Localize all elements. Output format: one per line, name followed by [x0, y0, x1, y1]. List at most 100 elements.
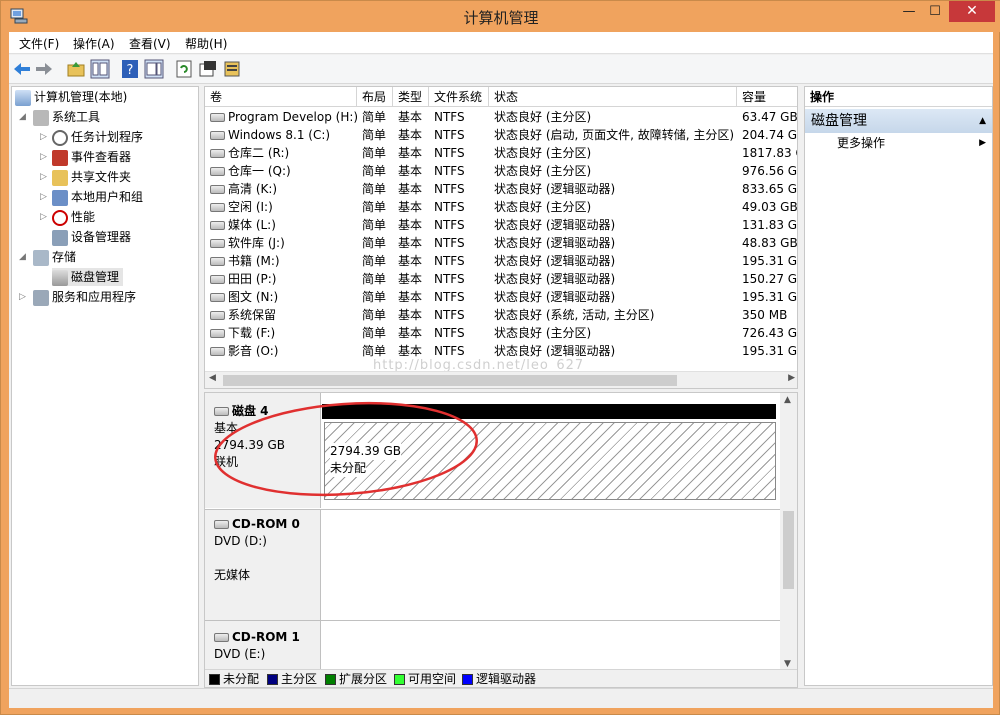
navigation-tree: 计算机管理(本地) ◢ 系统工具 ▷ 任务计划程序 ▷ 事件查看器 ▷ 共享文件… [11, 86, 199, 686]
tree-item-device-manager[interactable]: 设备管理器 [52, 228, 131, 246]
table-row[interactable]: 书籍 (M:) 简单基本 NTFS 状态良好 (逻辑驱动器) 195.31 GB [205, 252, 797, 270]
tools-icon [33, 109, 49, 126]
maximize-button[interactable]: ☐ [921, 1, 949, 23]
cell-volume: 影音 (O:) [205, 342, 357, 360]
cell-text: NTFS [434, 308, 465, 322]
table-row[interactable]: 田田 (P:) 简单基本 NTFS 状态良好 (逻辑驱动器) 150.27 GB [205, 270, 797, 288]
scroll-right-icon[interactable]: ▶ [788, 373, 795, 383]
client-area: 文件(F) 操作(A) 查看(V) 帮助(H) ? 计算机管理(本地) ◢ 系统… [9, 32, 993, 708]
more-actions[interactable]: 更多操作 ▶ [805, 133, 992, 153]
collapse-arrow-icon[interactable]: ▷ [40, 208, 47, 226]
horizontal-scroll-thumb[interactable] [223, 375, 677, 386]
cell-text: 状态良好 (启动, 页面文件, 故障转储, 主分区) [494, 128, 735, 142]
title-bar[interactable]: 计算机管理 — ☐ ✕ [1, 1, 1000, 32]
cell-capacity: 195.31 GB [737, 252, 797, 270]
cdrom-1-info[interactable]: CD-ROM 1 DVD (E:) [205, 621, 321, 671]
scroll-down-icon[interactable]: ▼ [784, 659, 791, 669]
back-arrow-icon[interactable] [12, 59, 32, 79]
table-row[interactable]: Windows 8.1 (C:) 简单 基本 NTFS 状态良好 (启动, 页面文件, … [205, 126, 797, 144]
collapse-arrow-icon[interactable]: ▷ [19, 288, 26, 306]
cell-text: NTFS [434, 326, 465, 340]
scroll-up-icon[interactable]: ▲ [784, 395, 791, 405]
volume-list-header: 卷 布局 类型 文件系统 状态 容量 [205, 87, 797, 107]
cell-text: 简单 [362, 164, 387, 178]
collapse-arrow-icon[interactable]: ▷ [40, 148, 47, 166]
tree-item-services[interactable]: 服务和应用程序 [33, 288, 136, 306]
tree-item-label: 磁盘管理 [71, 270, 120, 284]
column-header-layout[interactable]: 布局 [357, 87, 393, 107]
table-row[interactable]: 系统保留 简单 基本 NTFS 状态良好 (系统, 活动, 主分区) 350 MB [205, 306, 797, 324]
tree-item-system-tools[interactable]: 系统工具 [33, 108, 100, 126]
table-row[interactable]: 仓库二 (R:) 简单基本 NTFS 状态良好 (主分区) 1817.83 GB [205, 144, 797, 162]
cell-layout: 简单 [357, 288, 393, 306]
column-header-status[interactable]: 状态 [489, 87, 737, 107]
cell-text: 1817.83 GB [742, 146, 797, 160]
table-row[interactable]: 媒体 (L:) 简单基本 NTFS 状态良好 (逻辑驱动器) 131.83 GB [205, 216, 797, 234]
table-row[interactable]: 空闲 (I:) 简单 基本 NTFS 状态良好 (主分区) 49.03 GB [205, 198, 798, 216]
collapse-arrow-icon[interactable]: ▷ [40, 188, 47, 206]
cell-capacity: 726.43 GB [737, 324, 797, 342]
cdrom-icon [214, 633, 229, 642]
export-list-icon[interactable] [222, 59, 242, 79]
table-row[interactable]: 下载 (F:) 简单基本 NTFS 状态良好 (主分区) 726.43 GB [205, 324, 797, 342]
minimize-button[interactable]: — [895, 1, 923, 23]
tree-item-performance[interactable]: 性能 [52, 208, 95, 226]
tree-item-label: 共享文件夹 [71, 170, 132, 184]
expand-arrow-icon[interactable]: ◢ [19, 248, 26, 266]
column-header-filesystem[interactable]: 文件系统 [429, 87, 489, 107]
vertical-scrollbar[interactable]: ▲ ▼ [780, 393, 797, 671]
column-header-capacity[interactable]: 容量 [737, 87, 797, 107]
cell-status: 状态良好 (主分区) [489, 324, 737, 342]
vertical-scroll-thumb[interactable] [783, 511, 794, 589]
cell-layout: 简单 [357, 126, 393, 144]
cell-text: 基本 [398, 308, 423, 322]
scroll-left-icon[interactable]: ◀ [209, 373, 216, 383]
cdrom-0-info[interactable]: CD-ROM 0 DVD (D:) 无媒体 [205, 510, 321, 620]
menu-view[interactable]: 查看(V) [129, 35, 171, 52]
refresh-icon[interactable] [174, 59, 194, 79]
show-hide-action-icon[interactable] [144, 59, 164, 79]
cell-text: 基本 [398, 182, 423, 196]
table-row[interactable]: Program Develop (H:) 简单 基本 NTFS 状态良好 (主分区) 63… [205, 108, 797, 126]
tree-item-event-viewer[interactable]: 事件查看器 [52, 148, 131, 166]
collapse-arrow-icon[interactable]: ▷ [40, 128, 47, 146]
table-row[interactable]: 高清 (K:) 简单基本 NTFS 状态良好 (逻辑驱动器) 833.65 GB [205, 180, 797, 198]
tree-item-root[interactable]: 计算机管理(本地) [15, 88, 127, 106]
collapse-up-icon[interactable]: ▲ [979, 109, 986, 133]
table-row[interactable]: 图文 (N:) 简单基本 NTFS 状态良好 (逻辑驱动器) 195.31 GB [205, 288, 797, 306]
menu-action[interactable]: 操作(A) [73, 35, 115, 52]
cell-text: 状态良好 (系统, 活动, 主分区) [494, 308, 655, 322]
volume-icon [210, 131, 225, 140]
actions-section-disk-management[interactable]: 磁盘管理 ▲ [805, 109, 992, 133]
properties-icon[interactable] [198, 59, 218, 79]
volume-icon [210, 257, 225, 266]
tree-item-shared-folders[interactable]: 共享文件夹 [52, 168, 131, 186]
column-header-volume[interactable]: 卷 [205, 87, 357, 107]
tree-item-local-users[interactable]: 本地用户和组 [52, 188, 143, 206]
horizontal-scrollbar[interactable]: ◀ ▶ [205, 371, 797, 388]
folder-up-icon[interactable] [66, 59, 86, 79]
column-header-type[interactable]: 类型 [393, 87, 429, 107]
table-row[interactable]: 软件库 (J:) 简单 基本 NTFS 状态良好 (逻辑驱动器) 48.83 GB [205, 234, 797, 252]
tree-item-disk-management[interactable]: 磁盘管理 [52, 268, 124, 286]
cell-text: 系统保留 [228, 308, 277, 322]
cell-capacity: 150.27 GB [737, 270, 797, 288]
expand-arrow-icon[interactable]: ◢ [19, 108, 26, 126]
cell-capacity: 195.31 GB [737, 288, 797, 306]
forward-arrow-icon[interactable] [34, 59, 54, 79]
table-row[interactable]: 仓库一 (Q:) 简单基本 NTFS 状态良好 (主分区) 976.56 GB [205, 162, 797, 180]
tree-item-task-scheduler[interactable]: 任务计划程序 [52, 128, 143, 146]
collapse-arrow-icon[interactable]: ▷ [40, 168, 47, 186]
volume-icon [210, 311, 225, 320]
menu-file[interactable]: 文件(F) [19, 35, 59, 52]
volume-list: 卷 布局 类型 文件系统 状态 容量 Program Develop (H:) 简… [204, 86, 798, 389]
cell-text: 基本 [398, 290, 423, 304]
cell-type: 基本 [393, 162, 429, 180]
cell-capacity: 976.56 GB [737, 162, 797, 180]
show-hide-tree-icon[interactable] [90, 59, 110, 79]
close-button[interactable]: ✕ [949, 1, 995, 22]
cell-text: 49.03 GB [742, 200, 798, 214]
tree-item-storage[interactable]: 存储 [33, 248, 76, 266]
menu-help[interactable]: 帮助(H) [185, 35, 227, 52]
help-icon[interactable]: ? [120, 59, 140, 79]
